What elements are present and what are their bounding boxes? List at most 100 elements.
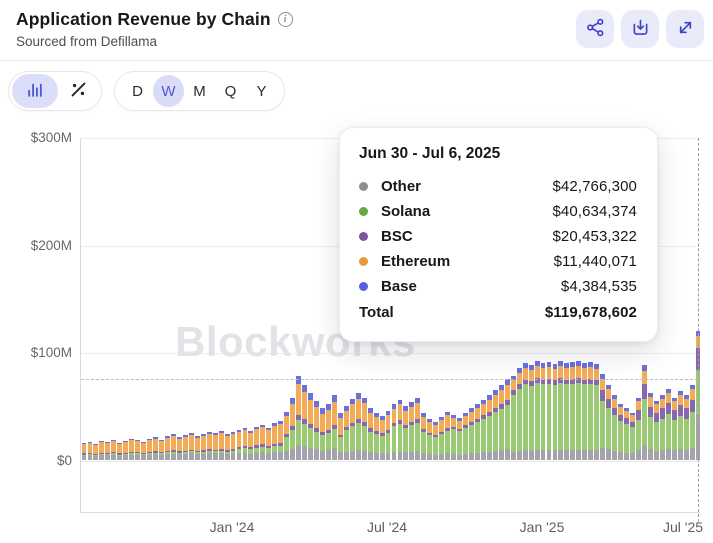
- stacked-bar[interactable]: [183, 435, 188, 460]
- stacked-bar[interactable]: [105, 442, 110, 460]
- stacked-bar[interactable]: [541, 363, 546, 460]
- stacked-bar[interactable]: [547, 362, 552, 460]
- stacked-bar[interactable]: [308, 393, 313, 460]
- stacked-bar[interactable]: [564, 363, 569, 460]
- stacked-bar[interactable]: [213, 433, 218, 460]
- stacked-bar[interactable]: [314, 401, 319, 460]
- stacked-bar[interactable]: [558, 361, 563, 460]
- range-w[interactable]: W: [153, 75, 184, 107]
- range-q[interactable]: Q: [215, 75, 246, 107]
- stacked-bar[interactable]: [654, 401, 659, 460]
- range-m[interactable]: M: [184, 75, 215, 107]
- stacked-bar[interactable]: [678, 391, 683, 460]
- stacked-bar[interactable]: [171, 434, 176, 460]
- stacked-bar[interactable]: [123, 441, 128, 460]
- stacked-bar[interactable]: [374, 413, 379, 460]
- share-button[interactable]: [576, 10, 614, 48]
- stacked-bar[interactable]: [386, 411, 391, 460]
- stacked-bar[interactable]: [618, 404, 623, 460]
- stacked-bar[interactable]: [600, 374, 605, 460]
- percent-view-toggle[interactable]: [58, 74, 98, 108]
- stacked-bar[interactable]: [302, 385, 307, 460]
- stacked-bar[interactable]: [243, 428, 248, 460]
- stacked-bar[interactable]: [93, 444, 98, 460]
- stacked-bar[interactable]: [207, 432, 212, 460]
- stacked-bar[interactable]: [260, 425, 265, 461]
- stacked-bar[interactable]: [111, 440, 116, 460]
- stacked-bar[interactable]: [153, 437, 158, 460]
- stacked-bar[interactable]: [272, 423, 277, 460]
- stacked-bar[interactable]: [189, 433, 194, 460]
- stacked-bar[interactable]: [415, 398, 420, 460]
- expand-button[interactable]: [666, 10, 704, 48]
- stacked-bar[interactable]: [338, 413, 343, 460]
- stacked-bar[interactable]: [237, 430, 242, 460]
- stacked-bar[interactable]: [523, 363, 528, 460]
- stacked-bar[interactable]: [225, 434, 230, 460]
- stacked-bar[interactable]: [570, 362, 575, 460]
- stacked-bar[interactable]: [159, 440, 164, 460]
- stacked-bar[interactable]: [320, 408, 325, 460]
- stacked-bar[interactable]: [278, 421, 283, 460]
- stacked-bar[interactable]: [82, 443, 87, 460]
- stacked-bar[interactable]: [588, 362, 593, 460]
- stacked-bar[interactable]: [660, 395, 665, 460]
- stacked-bar[interactable]: [636, 398, 641, 460]
- stacked-bar[interactable]: [248, 431, 253, 460]
- stacked-bar[interactable]: [690, 385, 695, 460]
- stacked-bar[interactable]: [409, 402, 414, 460]
- stacked-bar[interactable]: [290, 398, 295, 460]
- stacked-bar[interactable]: [403, 406, 408, 460]
- stacked-bar[interactable]: [177, 437, 182, 460]
- stacked-bar[interactable]: [630, 413, 635, 460]
- stacked-bar[interactable]: [88, 442, 93, 460]
- stacked-bar[interactable]: [493, 390, 498, 460]
- stacked-bar[interactable]: [344, 406, 349, 460]
- stacked-bar[interactable]: [511, 376, 516, 460]
- stacked-bar[interactable]: [368, 408, 373, 460]
- stacked-bar[interactable]: [332, 395, 337, 460]
- stacked-bar[interactable]: [463, 413, 468, 460]
- stacked-bar[interactable]: [392, 404, 397, 460]
- stacked-bar[interactable]: [535, 361, 540, 460]
- stacked-bar[interactable]: [427, 419, 432, 460]
- stacked-bar[interactable]: [439, 417, 444, 460]
- stacked-bar[interactable]: [517, 368, 522, 460]
- stacked-bar[interactable]: [445, 412, 450, 460]
- stacked-bar[interactable]: [648, 393, 653, 460]
- info-icon[interactable]: i: [278, 12, 293, 27]
- stacked-bar[interactable]: [147, 439, 152, 460]
- stacked-bar[interactable]: [612, 395, 617, 460]
- stacked-bar[interactable]: [356, 393, 361, 460]
- stacked-bar[interactable]: [606, 385, 611, 460]
- stacked-bar[interactable]: [165, 436, 170, 460]
- export-image-button[interactable]: [621, 10, 659, 48]
- stacked-bar[interactable]: [254, 427, 259, 460]
- stacked-bar[interactable]: [475, 404, 480, 460]
- stacked-bar[interactable]: [141, 442, 146, 460]
- stacked-bar[interactable]: [457, 418, 462, 460]
- stacked-bar[interactable]: [135, 440, 140, 460]
- stacked-bar[interactable]: [499, 385, 504, 460]
- stacked-bar[interactable]: [684, 395, 689, 460]
- range-d[interactable]: D: [122, 75, 153, 107]
- stacked-bar[interactable]: [362, 398, 367, 460]
- stacked-bar[interactable]: [487, 395, 492, 460]
- stacked-bar[interactable]: [129, 439, 134, 460]
- stacked-bar[interactable]: [99, 441, 104, 460]
- stacked-bar[interactable]: [469, 408, 474, 460]
- stacked-bar[interactable]: [326, 404, 331, 460]
- stacked-bar[interactable]: [421, 413, 426, 460]
- stacked-bar[interactable]: [398, 400, 403, 460]
- stacked-bar[interactable]: [195, 436, 200, 460]
- stacked-bar[interactable]: [576, 361, 581, 460]
- stacked-bar[interactable]: [117, 443, 122, 460]
- stacked-bar[interactable]: [505, 379, 510, 460]
- stacked-bar[interactable]: [201, 434, 206, 460]
- stacked-bar[interactable]: [350, 399, 355, 460]
- stacked-bar[interactable]: [582, 363, 587, 460]
- range-y[interactable]: Y: [246, 75, 277, 107]
- stacked-bar[interactable]: [296, 376, 301, 460]
- stacked-bar[interactable]: [433, 422, 438, 460]
- stacked-bar[interactable]: [219, 431, 224, 460]
